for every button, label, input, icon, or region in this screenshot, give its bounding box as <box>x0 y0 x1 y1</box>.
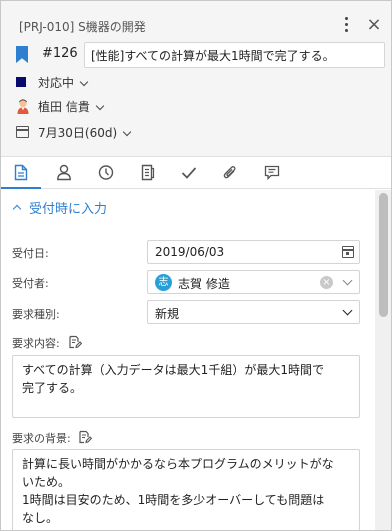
issue-header: [PRJ-010] S機器の開発 × #126 [性能]すべての計算が最大1時間… <box>1 1 391 157</box>
scrollbar-thumb[interactable] <box>379 193 388 317</box>
notes-icon <box>141 164 155 181</box>
avatar: 志 <box>155 274 172 291</box>
request-background-label: 要求の背景: <box>12 432 71 445</box>
assignee-name: 植田 信貴 <box>38 99 90 114</box>
request-content-label: 要求内容: <box>12 337 60 350</box>
text-line: 1時間は目安のため、1時間を多少オーバーしても問題は <box>22 493 325 507</box>
tab-details[interactable] <box>1 157 41 189</box>
request-type-value: 新規 <box>155 307 180 321</box>
text-line: 計算に長い時間がかかるなら本プログラムのメリットがな <box>22 457 334 471</box>
more-menu-icon[interactable] <box>339 14 355 36</box>
receiver-label: 受付者: <box>12 277 49 290</box>
tab-people[interactable] <box>44 157 84 188</box>
person-icon <box>57 164 71 181</box>
request-type-label: 要求種別: <box>12 308 60 321</box>
section-toggle[interactable]: 受付時に入力 <box>11 197 107 217</box>
text-line: すべての計算（入力データは最大1千組）が最大1時間で <box>22 363 324 377</box>
chevron-down-icon <box>95 101 105 110</box>
text-line: なし。 <box>22 511 59 525</box>
comment-icon <box>264 165 280 181</box>
issue-number: #126 <box>42 46 78 61</box>
chevron-down-icon[interactable] <box>342 305 353 316</box>
check-icon <box>181 167 197 179</box>
tab-notes[interactable] <box>128 157 168 188</box>
request-type-select[interactable]: 新規 <box>147 300 360 324</box>
issue-title-input[interactable]: [性能]すべての計算が最大1時間で完了する。 <box>84 42 385 68</box>
due-date-selector[interactable]: 7月30日(60d) <box>1 121 201 143</box>
received-date-value: 2019/06/03 <box>155 245 225 259</box>
chevron-down-icon[interactable] <box>342 275 353 286</box>
issue-detail-panel: [PRJ-010] S機器の開発 × #126 [性能]すべての計算が最大1時間… <box>0 0 392 531</box>
close-icon[interactable]: × <box>365 16 383 34</box>
document-icon <box>14 164 28 181</box>
request-content-textarea[interactable]: すべての計算（入力データは最大1千組）が最大1時間で 完了する。 <box>12 355 360 418</box>
received-date-label: 受付日: <box>12 247 49 260</box>
status-label: 対応中 <box>38 75 75 90</box>
receiver-select[interactable]: 志 志賀 修造 × <box>147 270 360 294</box>
calendar-icon[interactable] <box>342 246 354 258</box>
project-title[interactable]: [PRJ-010] S機器の開発 <box>19 18 146 35</box>
user-avatar-icon <box>17 99 29 114</box>
tab-comments[interactable] <box>252 157 292 188</box>
chevron-down-icon <box>79 77 89 86</box>
chevron-up-icon <box>12 204 22 213</box>
detail-tabs <box>1 157 391 189</box>
vertical-scrollbar[interactable] <box>375 190 391 530</box>
status-color-square <box>16 77 26 87</box>
bookmark-icon[interactable] <box>16 46 28 63</box>
request-background-textarea[interactable]: 計算に長い時間がかかるなら本プログラムのメリットがな いため。 1時間は目安のた… <box>12 449 360 530</box>
clock-icon <box>98 165 114 180</box>
status-selector[interactable]: 対応中 <box>1 71 201 93</box>
detail-content: 受付時に入力 受付日: 2019/06/03 受付者: 志 志賀 修造 × 要求… <box>1 190 375 530</box>
text-line: いため。 <box>22 475 71 489</box>
paperclip-icon <box>223 166 236 179</box>
received-date-field[interactable]: 2019/06/03 <box>147 240 360 264</box>
tab-checklist[interactable] <box>169 157 209 188</box>
chevron-down-icon <box>122 127 132 136</box>
clear-icon[interactable]: × <box>320 276 333 289</box>
edit-note-icon[interactable] <box>68 335 82 349</box>
tab-time[interactable] <box>86 157 126 188</box>
section-title: 受付時に入力 <box>29 201 108 217</box>
assignee-selector[interactable]: 植田 信貴 <box>1 95 201 117</box>
text-line: 完了する。 <box>22 381 83 395</box>
tab-attachments[interactable] <box>210 157 250 188</box>
receiver-value: 志賀 修造 <box>178 277 230 291</box>
calendar-icon <box>16 126 29 138</box>
edit-note-icon[interactable] <box>78 430 92 444</box>
due-date-label: 7月30日(60d) <box>38 125 118 140</box>
